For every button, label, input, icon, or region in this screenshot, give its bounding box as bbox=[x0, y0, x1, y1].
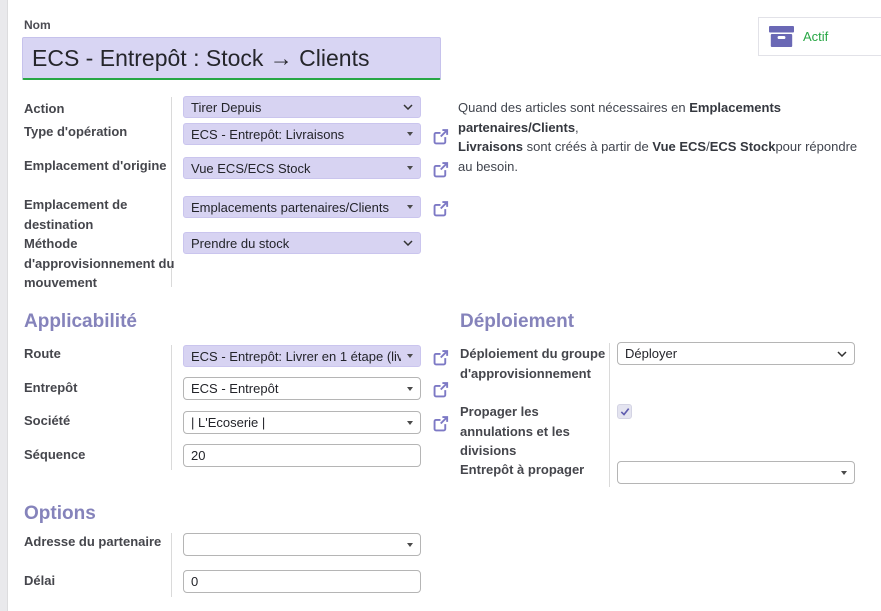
partner-address-field[interactable] bbox=[183, 533, 421, 556]
external-link-icon[interactable] bbox=[431, 127, 450, 146]
group-propagation-select[interactable]: Déployer bbox=[617, 342, 855, 365]
external-link-icon[interactable] bbox=[431, 414, 450, 433]
group-separator bbox=[609, 343, 610, 487]
check-icon bbox=[620, 403, 630, 421]
active-stat-button[interactable]: Actif bbox=[758, 17, 881, 56]
chevron-down-icon bbox=[837, 351, 847, 357]
delay-input[interactable] bbox=[183, 570, 421, 593]
route-field[interactable]: ECS - Entrepôt: Livrer en 1 étape (livre bbox=[183, 345, 421, 367]
propagate-cancel-label: Propager les annulations et les division… bbox=[460, 402, 608, 461]
external-link-icon[interactable] bbox=[431, 199, 450, 218]
section-title-deployment: Déploiement bbox=[460, 311, 574, 333]
name-input[interactable]: ECS - Entrepôt : Stock → Clients bbox=[22, 37, 441, 80]
stock-rule-form: Nom ECS - Entrepôt : Stock → Clients Act… bbox=[0, 0, 881, 611]
supply-method-label: Méthode d'approvisionnement du mouvement bbox=[24, 234, 176, 293]
operation-type-field[interactable]: ECS - Entrepôt: Livraisons bbox=[183, 123, 421, 145]
archive-box-icon bbox=[769, 26, 794, 47]
external-link-icon[interactable] bbox=[431, 348, 450, 367]
caret-down-icon bbox=[407, 354, 413, 358]
caret-down-icon bbox=[407, 132, 413, 136]
caret-down-icon bbox=[841, 471, 847, 475]
operation-type-label: Type d'opération bbox=[24, 122, 174, 142]
action-label: Action bbox=[24, 99, 174, 119]
name-value: ECS - Entrepôt : Stock → Clients bbox=[32, 45, 369, 72]
chevron-down-icon bbox=[403, 240, 413, 246]
section-title-options: Options bbox=[24, 503, 96, 525]
name-field-label: Nom bbox=[24, 18, 51, 32]
destination-location-field[interactable]: Emplacements partenaires/Clients bbox=[183, 196, 421, 218]
group-propagation-label: Déploiement du groupe d'approvisionnemen… bbox=[460, 344, 608, 383]
caret-down-icon bbox=[407, 205, 413, 209]
destination-location-label: Emplacement de destination bbox=[24, 195, 174, 234]
source-location-label: Emplacement d'origine bbox=[24, 156, 174, 176]
caret-down-icon bbox=[407, 387, 413, 391]
propagate-warehouse-field[interactable] bbox=[617, 461, 855, 484]
caret-down-icon bbox=[407, 166, 413, 170]
external-link-icon[interactable] bbox=[431, 160, 450, 179]
company-label: Société bbox=[24, 411, 174, 431]
sequence-input[interactable] bbox=[183, 444, 421, 467]
source-location-field[interactable]: Vue ECS/ECS Stock bbox=[183, 157, 421, 179]
caret-down-icon bbox=[407, 421, 413, 425]
chevron-down-icon bbox=[403, 104, 413, 110]
route-label: Route bbox=[24, 344, 174, 364]
active-label: Actif bbox=[803, 29, 828, 44]
external-link-icon[interactable] bbox=[431, 380, 450, 399]
delay-label: Délai bbox=[24, 571, 174, 591]
sequence-label: Séquence bbox=[24, 445, 174, 465]
partner-address-label: Adresse du partenaire bbox=[24, 532, 174, 552]
section-title-applicability: Applicabilité bbox=[24, 311, 137, 333]
action-select[interactable]: Tirer Depuis bbox=[183, 96, 421, 118]
left-gutter bbox=[0, 0, 8, 611]
propagate-warehouse-label: Entrepôt à propager bbox=[460, 460, 608, 480]
warehouse-field[interactable]: ECS - Entrepôt bbox=[183, 377, 421, 400]
rule-help-text: Quand des articles sont nécessaires en E… bbox=[458, 98, 873, 176]
caret-down-icon bbox=[407, 543, 413, 547]
warehouse-label: Entrepôt bbox=[24, 378, 174, 398]
propagate-cancel-checkbox[interactable] bbox=[617, 404, 632, 419]
company-field[interactable]: | L'Ecoserie | bbox=[183, 411, 421, 434]
supply-method-select[interactable]: Prendre du stock bbox=[183, 232, 421, 254]
